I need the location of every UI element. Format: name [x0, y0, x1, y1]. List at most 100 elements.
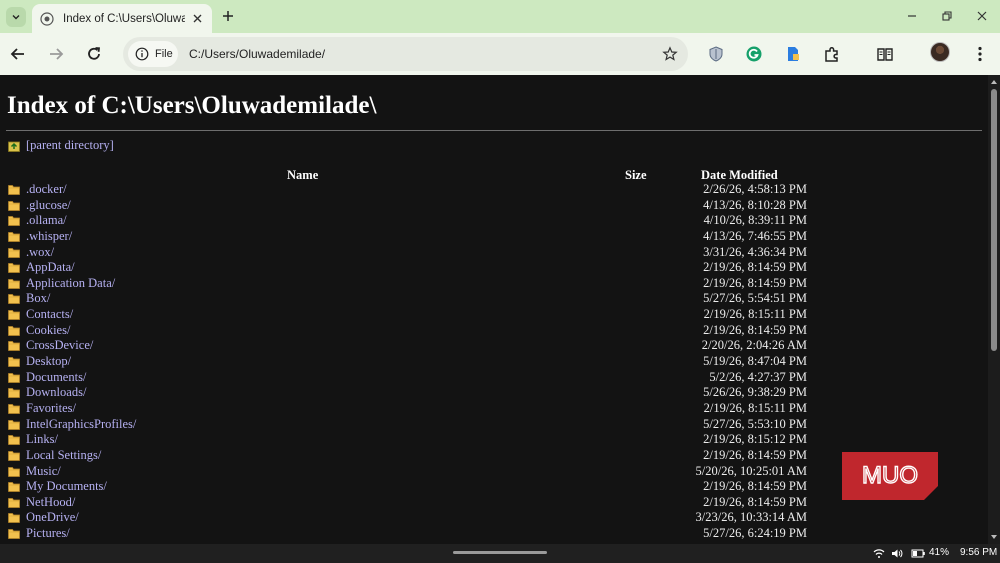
entry-name-link[interactable]: .wox/	[26, 245, 54, 260]
tab-active[interactable]: Index of C:\Users\Oluwadem	[32, 4, 212, 33]
entry-date-modified: 4/13/26, 8:10:28 PM	[703, 197, 807, 212]
taskbar-handle[interactable]	[453, 551, 547, 554]
shield-extension-icon[interactable]	[707, 45, 725, 63]
reading-list-icon[interactable]	[876, 45, 894, 63]
tab-search-button[interactable]	[6, 7, 26, 27]
volume-icon[interactable]	[891, 548, 903, 559]
entry-date-modified: 3/23/26, 10:33:14 AM	[695, 510, 807, 525]
column-header-date-modified[interactable]: Date Modified	[701, 168, 778, 183]
divider	[6, 130, 982, 131]
entry-date-modified: 2/20/26, 2:04:26 AM	[701, 338, 807, 353]
table-row: Favorites/2/19/26, 8:15:11 PM	[0, 401, 988, 417]
table-row: Application Data/2/19/26, 8:14:59 PM	[0, 276, 988, 292]
entry-name-link[interactable]: Box/	[26, 291, 50, 306]
address-bar[interactable]: File C:/Users/Oluwademilade/	[123, 37, 688, 71]
battery-icon[interactable]	[911, 548, 926, 559]
entry-date-modified: 4/13/26, 7:46:55 PM	[703, 228, 807, 243]
folder-icon	[8, 419, 20, 430]
restore-icon[interactable]	[940, 9, 954, 23]
new-tab-icon[interactable]	[221, 9, 235, 23]
folder-icon	[8, 232, 20, 242]
browser-toolbar: File C:/Users/Oluwademilade/	[0, 33, 1000, 75]
entry-date-modified: 5/27/26, 6:24:19 PM	[703, 526, 807, 541]
entry-name-link[interactable]: .glucose/	[26, 198, 71, 213]
entry-name-link[interactable]: IntelGraphicsProfiles/	[26, 417, 136, 432]
folder-icon	[8, 357, 20, 367]
table-row: Pictures/5/27/26, 6:24:19 PM	[0, 526, 988, 542]
column-header-name[interactable]: Name	[287, 168, 318, 183]
globe-icon	[40, 11, 54, 26]
entry-date-modified: 5/26/26, 9:38:29 PM	[703, 385, 807, 400]
wifi-icon[interactable]	[873, 548, 885, 559]
table-row: Box/5/27/26, 5:54:51 PM	[0, 291, 988, 307]
entry-name-link[interactable]: Desktop/	[26, 354, 71, 369]
folder-icon	[8, 278, 20, 289]
folder-icon	[8, 185, 20, 195]
site-info-chip[interactable]: File	[128, 41, 178, 67]
entry-name-link[interactable]: Application Data/	[26, 276, 115, 291]
scroll-up-arrow-icon[interactable]	[990, 78, 998, 86]
entry-name-link[interactable]: Links/	[26, 432, 58, 447]
document-extension-icon[interactable]	[784, 45, 802, 63]
folder-icon	[8, 341, 20, 352]
entry-name-link[interactable]: Music/	[26, 464, 61, 479]
url-text[interactable]: C:/Users/Oluwademilade/	[189, 47, 325, 61]
menu-kebab-icon[interactable]	[971, 45, 989, 63]
table-row: Music/5/20/26, 10:25:01 AM	[0, 464, 988, 480]
entry-name-link[interactable]: Documents/	[26, 370, 86, 385]
back-icon[interactable]	[9, 45, 27, 63]
column-header-size[interactable]: Size	[625, 168, 647, 183]
table-row: .whisper/4/13/26, 7:46:55 PM	[0, 229, 988, 245]
grammarly-icon[interactable]	[745, 45, 763, 63]
folder-icon	[8, 435, 20, 446]
reload-icon[interactable]	[85, 45, 103, 63]
folder-icon	[8, 372, 20, 383]
entry-date-modified: 5/20/26, 10:25:01 AM	[695, 463, 807, 478]
folder-icon	[8, 388, 20, 399]
extensions-puzzle-icon[interactable]	[823, 45, 841, 63]
entry-date-modified: 5/27/26, 5:54:51 PM	[703, 291, 807, 306]
entry-name-link[interactable]: My Documents/	[26, 479, 107, 494]
profile-avatar[interactable]	[930, 42, 950, 62]
table-row: AppData/2/19/26, 8:14:59 PM	[0, 260, 988, 276]
forward-icon[interactable]	[47, 45, 65, 63]
entry-name-link[interactable]: Local Settings/	[26, 448, 101, 463]
entry-name-link[interactable]: .whisper/	[26, 229, 72, 244]
entry-name-link[interactable]: Cookies/	[26, 323, 70, 338]
vertical-scrollbar[interactable]	[988, 75, 1000, 544]
bookmark-star-icon[interactable]	[662, 46, 678, 62]
entry-date-modified: 2/19/26, 8:14:59 PM	[703, 479, 807, 494]
entry-name-link[interactable]: .docker/	[26, 182, 67, 197]
entry-name-link[interactable]: CrossDevice/	[26, 338, 93, 353]
close-icon[interactable]	[191, 12, 204, 25]
table-row: My Documents/2/19/26, 8:14:59 PM	[0, 479, 988, 495]
entry-date-modified: 2/19/26, 8:14:59 PM	[703, 322, 807, 337]
entry-name-link[interactable]: Downloads/	[26, 385, 86, 400]
parent-directory-link[interactable]: [parent directory]	[26, 138, 114, 153]
entry-date-modified: 2/19/26, 8:14:59 PM	[703, 447, 807, 462]
entry-date-modified: 2/19/26, 8:14:59 PM	[703, 275, 807, 290]
entry-name-link[interactable]: OneDrive/	[26, 510, 79, 525]
entry-name-link[interactable]: .ollama/	[26, 213, 67, 228]
entry-date-modified: 4/10/26, 8:39:11 PM	[703, 213, 807, 228]
minimize-icon[interactable]	[905, 9, 919, 23]
scroll-down-arrow-icon[interactable]	[990, 533, 998, 541]
taskbar-clock[interactable]: 9:56 PM	[960, 547, 997, 558]
folder-icon	[8, 294, 20, 305]
folder-icon	[8, 200, 20, 211]
window-close-icon[interactable]	[975, 9, 989, 23]
entry-name-link[interactable]: Contacts/	[26, 307, 73, 322]
folder-icon	[8, 216, 20, 227]
table-row: Documents/5/2/26, 4:27:37 PM	[0, 370, 988, 386]
entry-date-modified: 2/26/26, 4:58:13 PM	[703, 182, 807, 196]
battery-percent: 41%	[929, 547, 950, 558]
table-row: Contacts/2/19/26, 8:15:11 PM	[0, 307, 988, 323]
scrollbar-thumb[interactable]	[991, 89, 997, 351]
entry-name-link[interactable]: Favorites/	[26, 401, 76, 416]
entry-name-link[interactable]: AppData/	[26, 260, 75, 275]
entry-name-link[interactable]: Pictures/	[26, 526, 70, 541]
folder-icon	[8, 513, 20, 524]
watermark-text: MUO	[862, 462, 918, 489]
entry-date-modified: 3/31/26, 4:36:34 PM	[703, 244, 807, 259]
entry-name-link[interactable]: NetHood/	[26, 495, 75, 510]
